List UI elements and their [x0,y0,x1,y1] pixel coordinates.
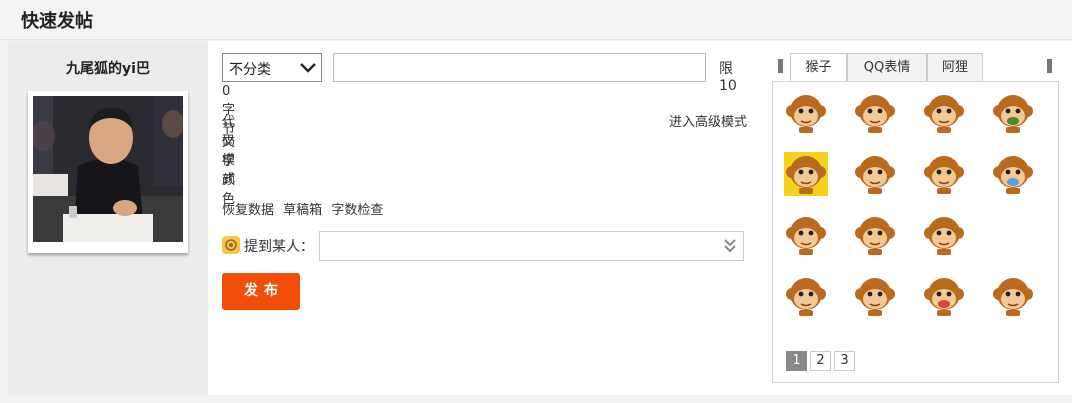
monkey-sweat-icon[interactable] [922,91,966,135]
monkey-drool-icon[interactable] [853,152,897,196]
monkey-smile-icon[interactable] [922,213,966,257]
avatar[interactable] [28,91,188,253]
editor-tools: 恢复数据 草稿箱 字数检查 [222,199,388,218]
drafts-link[interactable]: 草稿箱 [283,203,322,218]
monkey-angry-fire-icon[interactable] [991,91,1035,135]
double-chevron-down-icon[interactable] [723,238,737,258]
mention-label: 提到某人： [244,239,314,255]
page-title: 快速发帖 [21,11,93,32]
chevron-down-icon [299,60,317,79]
title-input[interactable] [333,53,706,82]
monkey-cry-icon[interactable] [991,152,1035,196]
tab-monkey[interactable]: 猴子 [790,53,847,83]
at-icon [222,236,240,254]
monkey-money-icon[interactable] [784,152,828,196]
scroll-right-handle[interactable] [1047,59,1052,73]
advanced-mode-link[interactable]: 进入高级模式 [669,111,747,130]
page-button-2[interactable]: 2 [810,351,831,371]
monkey-bandage-icon[interactable] [784,274,828,318]
title-limit-label: 限10 [719,61,737,94]
header-bar: 快速发帖 [0,0,1072,40]
tab-ali[interactable]: 阿狸 [927,53,983,82]
monkey-think-icon[interactable] [853,213,897,257]
quick-post-panel: 九尾狐的yi巴 不分类 限10 0 字节 代码模式 文字颜色 进入高级模式 恢复… [8,41,1072,395]
category-selected-value: 不分类 [229,62,271,78]
username[interactable]: 九尾狐的yi巴 [8,58,208,78]
monkey-grumpy-icon[interactable] [784,213,828,257]
category-select[interactable]: 不分类 [222,53,322,82]
word-count-link[interactable]: 字数检查 [331,203,383,218]
restore-data-link[interactable]: 恢复数据 [222,203,274,218]
scroll-left-handle[interactable] [778,59,783,73]
tab-qq-emoji[interactable]: QQ表情 [847,53,927,82]
monkey-surprised-icon[interactable] [853,274,897,318]
page-button-3[interactable]: 3 [834,351,855,371]
monkey-blush-icon[interactable] [922,274,966,318]
avatar-photo [33,96,183,242]
monkey-victory-icon[interactable] [922,152,966,196]
text-color-link[interactable]: 文字颜色 [222,131,235,207]
monkey-glasses-icon[interactable] [991,274,1035,318]
monkey-shy-icon[interactable] [853,91,897,135]
publish-button[interactable]: 发布 [222,273,300,310]
page-button-1[interactable]: 1 [786,351,807,371]
monkey-sleepy-icon[interactable] [784,91,828,135]
user-column: 九尾狐的yi巴 [8,41,208,395]
mention-input[interactable] [319,231,744,261]
